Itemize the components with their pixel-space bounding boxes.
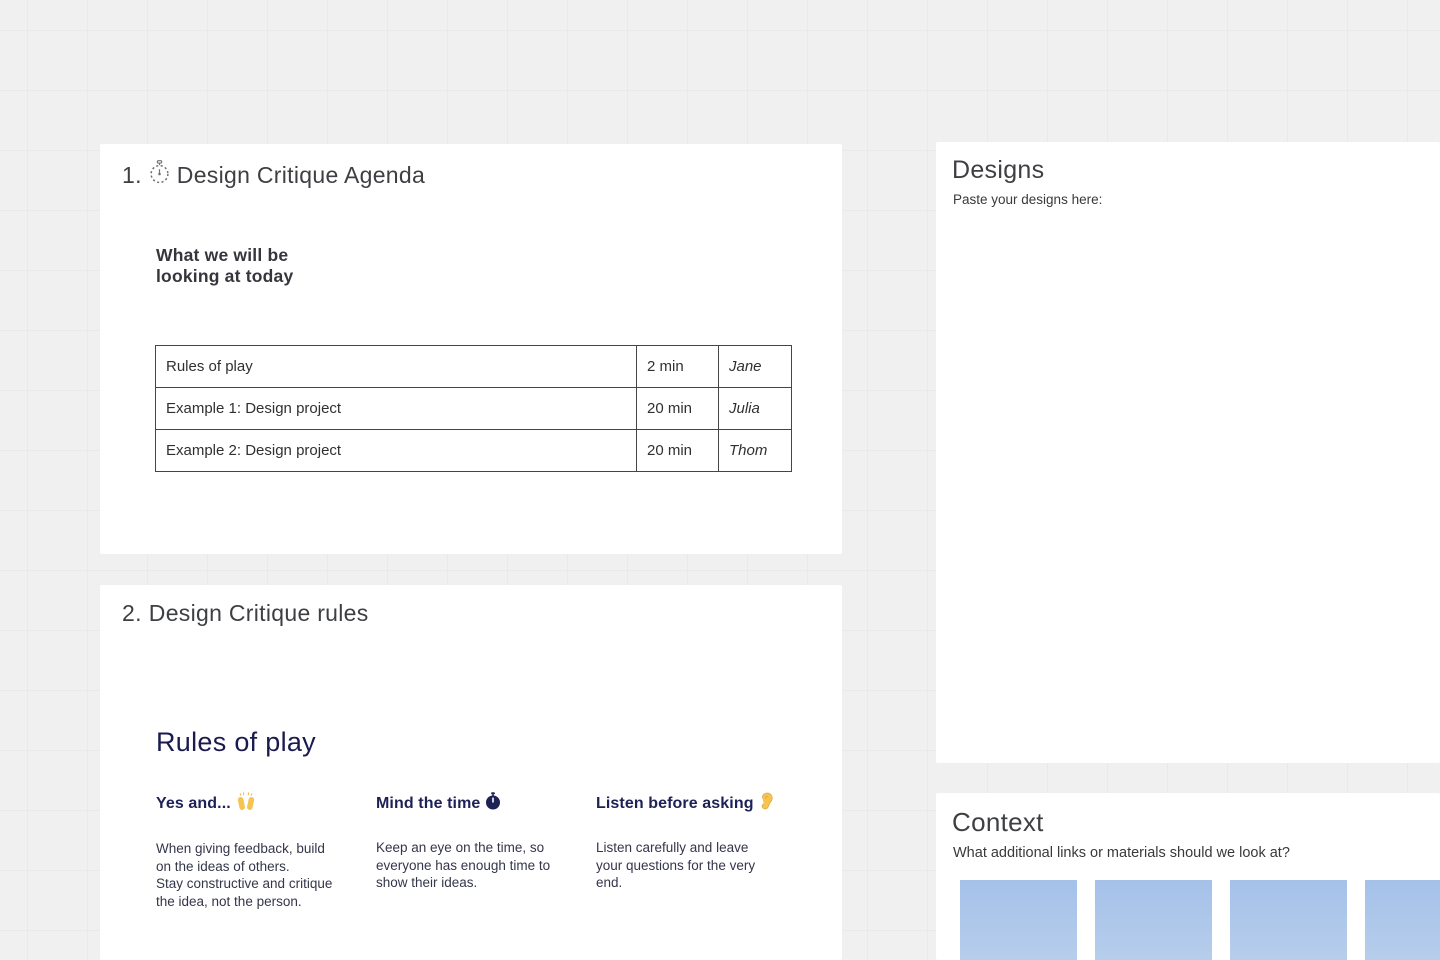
designs-title-text: Designs	[952, 156, 1044, 185]
context-frame-title[interactable]: Context	[952, 807, 1044, 838]
rule-heading-text: Mind the time	[376, 795, 480, 813]
agenda-title-text: Design Critique Agenda	[177, 162, 425, 189]
frame-agenda[interactable]: 1. Design Critique Agenda What we will b…	[100, 144, 842, 554]
rule-heading: Listen before asking	[596, 792, 774, 815]
whiteboard-canvas[interactable]: 1. Design Critique Agenda What we will b…	[0, 0, 1440, 960]
agenda-duration-cell[interactable]: 2 min	[637, 346, 719, 388]
context-thumbnails	[960, 880, 1440, 960]
ear-emoji	[759, 792, 773, 815]
stopwatch-icon	[149, 160, 170, 190]
design-thumbnail[interactable]	[1365, 880, 1440, 960]
design-thumbnail[interactable]	[1230, 880, 1347, 960]
table-row[interactable]: Example 2: Design project 20 min Thom	[156, 430, 792, 472]
table-row[interactable]: Rules of play 2 min Jane	[156, 346, 792, 388]
stopwatch-icon	[485, 792, 501, 815]
agenda-owner-cell[interactable]: Jane	[719, 346, 792, 388]
rule-column-mind-the-time[interactable]: Mind the time Keep an eye on the time, s…	[376, 792, 554, 910]
rules-frame-title[interactable]: 2. Design Critique rules	[122, 600, 369, 627]
rule-heading-text: Listen before asking	[596, 795, 754, 813]
rules-columns: Yes and...	[156, 792, 774, 910]
agenda-owner-cell[interactable]: Julia	[719, 388, 792, 430]
rule-column-yes-and[interactable]: Yes and...	[156, 792, 334, 910]
agenda-table[interactable]: Rules of play 2 min Jane Example 1: Desi…	[155, 345, 792, 472]
rules-title-text: Design Critique rules	[149, 600, 369, 627]
rule-body: Listen carefully and leave your question…	[596, 839, 774, 892]
agenda-owner-cell[interactable]: Thom	[719, 430, 792, 472]
frame-rules[interactable]: 2. Design Critique rules Rules of play Y…	[100, 585, 842, 960]
agenda-topic-cell[interactable]: Rules of play	[156, 346, 637, 388]
agenda-subtitle[interactable]: What we will be looking at today	[156, 245, 293, 286]
agenda-topic-cell[interactable]: Example 1: Design project	[156, 388, 637, 430]
context-title-text: Context	[952, 807, 1044, 838]
rule-body: When giving feedback, build on the ideas…	[156, 840, 334, 910]
design-thumbnail[interactable]	[960, 880, 1077, 960]
table-row[interactable]: Example 1: Design project 20 min Julia	[156, 388, 792, 430]
context-subtitle: What additional links or materials shoul…	[953, 845, 1290, 861]
frame-context[interactable]: Context What additional links or materia…	[936, 793, 1440, 960]
agenda-title-number: 1.	[122, 162, 142, 189]
rule-heading: Yes and...	[156, 792, 334, 816]
rule-column-listen-before-asking[interactable]: Listen before asking Listen carefully an…	[596, 792, 774, 910]
agenda-topic-cell[interactable]: Example 2: Design project	[156, 430, 637, 472]
designs-frame-title[interactable]: Designs	[952, 156, 1044, 185]
designs-subtitle: Paste your designs here:	[953, 192, 1102, 207]
raising-hands-emoji	[236, 792, 256, 816]
agenda-duration-cell[interactable]: 20 min	[637, 430, 719, 472]
agenda-duration-cell[interactable]: 20 min	[637, 388, 719, 430]
design-thumbnail[interactable]	[1095, 880, 1212, 960]
rules-title-number: 2.	[122, 600, 142, 627]
rule-heading-text: Yes and...	[156, 795, 231, 813]
frame-designs[interactable]: Designs Paste your designs here:	[936, 142, 1440, 763]
rules-heading[interactable]: Rules of play	[156, 727, 316, 758]
rule-heading: Mind the time	[376, 792, 554, 815]
agenda-frame-title[interactable]: 1. Design Critique Agenda	[122, 160, 425, 190]
rule-body: Keep an eye on the time, so everyone has…	[376, 839, 554, 892]
